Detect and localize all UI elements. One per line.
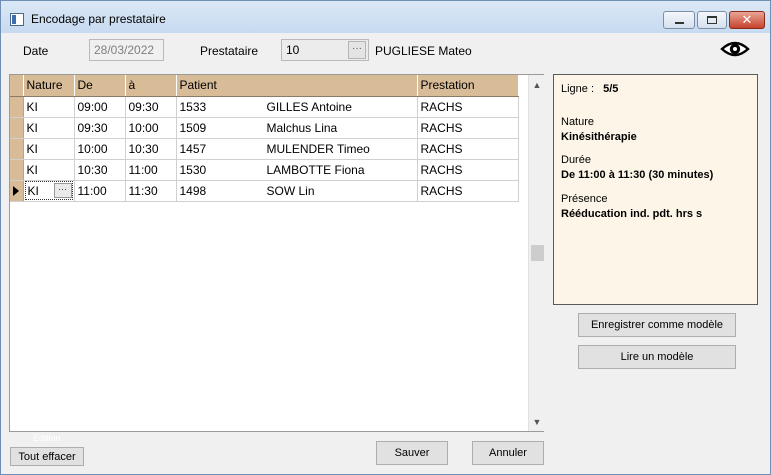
nature-editor[interactable]: KI ··· [24, 181, 73, 200]
provider-code-value: 10 [286, 43, 300, 57]
table-row[interactable]: KI 10:30 11:00 1530 LAMBOTTE Fiona RACHS [10, 159, 519, 181]
presence-label: Présence [561, 193, 608, 205]
provider-label: Prestataire [200, 44, 259, 58]
grid-vertical-scrollbar[interactable]: ▲ ▼ [528, 75, 544, 431]
cell-patient[interactable]: 1530 LAMBOTTE Fiona [176, 159, 418, 181]
column-header-from[interactable]: De [74, 75, 126, 97]
column-header-patient[interactable]: Patient [176, 75, 418, 97]
cell-service[interactable]: RACHS [417, 117, 519, 139]
provider-name: PUGLIESE Mateo [375, 44, 472, 58]
line-value: 5/5 [603, 83, 619, 95]
app-icon [10, 13, 24, 26]
cell-service[interactable]: RACHS [417, 138, 519, 160]
minimize-icon [674, 22, 684, 24]
patient-name: MULENDER Timeo [266, 141, 370, 156]
row-selector[interactable] [10, 117, 24, 139]
save-template-button[interactable]: Enregistrer comme modèle [578, 313, 736, 337]
cell-from[interactable]: 11:00 [74, 180, 126, 202]
cell-patient[interactable]: 1498 SOW Lin [176, 180, 418, 202]
maximize-icon [707, 16, 717, 24]
line-label: Ligne : [561, 83, 595, 95]
cell-to[interactable]: 11:00 [125, 159, 177, 181]
row-selector-header [10, 75, 24, 97]
patient-name: GILLES Antoine [266, 99, 352, 114]
nature-label: Nature [561, 116, 595, 128]
duration-value: De 11:00 à 11:30 (30 minutes) [561, 169, 714, 181]
nature-lookup-button[interactable]: ··· [53, 183, 72, 198]
row-selector[interactable] [10, 159, 24, 181]
row-selector[interactable] [10, 180, 24, 202]
cell-service[interactable]: RACHS [417, 96, 519, 118]
cell-to[interactable]: 10:00 [125, 117, 177, 139]
row-pointer-icon [13, 185, 19, 196]
cell-service[interactable]: RACHS [417, 180, 519, 202]
load-template-button[interactable]: Lire un modèle [578, 345, 736, 369]
cell-nature[interactable]: KI [23, 96, 75, 118]
cell-from[interactable]: 10:30 [74, 159, 126, 181]
window-title: Encodage par prestataire [31, 12, 166, 26]
column-header-to[interactable]: à [125, 75, 177, 97]
table-row[interactable]: KI 09:30 10:00 1509 Malchus Lina RACHS [10, 117, 519, 139]
cell-to[interactable]: 09:30 [125, 96, 177, 118]
column-header-service[interactable]: Prestation [417, 75, 519, 97]
presence-value: Rééducation ind. pdt. hrs s [561, 208, 703, 220]
eye-icon[interactable] [720, 38, 750, 60]
patient-id: 1530 [179, 162, 207, 177]
cell-service[interactable]: RACHS [417, 159, 519, 181]
cell-nature-editing[interactable]: KI ··· [23, 180, 75, 202]
maximize-button[interactable] [697, 11, 727, 29]
cell-to[interactable]: 11:30 [125, 180, 177, 202]
patient-id: 1509 [179, 120, 207, 135]
main-window: Encodage par prestataire ✕ Date 28/03/20… [0, 0, 771, 475]
line-details-panel: Ligne : 5/5 Nature Kinésithérapie Durée … [553, 74, 758, 305]
table-header-row: Nature De à Patient Prestation [10, 75, 519, 97]
column-header-nature[interactable]: Nature [23, 75, 75, 97]
save-button[interactable]: Sauver [376, 441, 448, 465]
cancel-button[interactable]: Annuler [472, 441, 544, 465]
line-counter: Ligne : 5/5 [561, 83, 750, 95]
cell-patient[interactable]: 1457 MULENDER Timeo [176, 138, 418, 160]
appointments-table: Nature De à Patient Prestation KI 09:00 … [10, 75, 519, 202]
patient-name: LAMBOTTE Fiona [266, 162, 365, 177]
cell-from[interactable]: 09:00 [74, 96, 126, 118]
provider-lookup-button[interactable]: ··· [348, 41, 366, 59]
cell-patient[interactable]: 1509 Malchus Lina [176, 117, 418, 139]
nature-value: Kinésithérapie [561, 131, 637, 143]
date-label: Date [23, 44, 49, 58]
scroll-down-icon[interactable]: ▼ [532, 417, 542, 427]
close-button[interactable]: ✕ [729, 11, 765, 29]
title-bar[interactable]: Encodage par prestataire ✕ [1, 1, 770, 33]
patient-id: 1533 [179, 99, 207, 114]
clear-all-button[interactable]: Tout effacer [10, 447, 84, 466]
scroll-up-icon[interactable]: ▲ [532, 80, 542, 90]
patient-id: 1457 [179, 141, 207, 156]
minimize-button[interactable] [663, 11, 695, 29]
patient-name: SOW Lin [266, 183, 315, 198]
table-row[interactable]: KI 10:00 10:30 1457 MULENDER Timeo RACHS [10, 138, 519, 160]
appointments-grid: Nature De à Patient Prestation KI 09:00 … [9, 74, 544, 432]
date-field[interactable]: 28/03/2022 [89, 39, 164, 61]
edition-label: Edition [33, 433, 61, 443]
cell-nature[interactable]: KI [23, 159, 75, 181]
cell-from[interactable]: 10:00 [74, 138, 126, 160]
ellipsis-icon: ··· [352, 43, 362, 54]
duration-label: Durée [561, 154, 591, 166]
table-row[interactable]: KI 09:00 09:30 1533 GILLES Antoine RACHS [10, 96, 519, 118]
nature-editor-value: KI [27, 183, 39, 198]
table-row-selected[interactable]: KI ··· 11:00 11:30 1498 SOW Lin RACHS [10, 180, 519, 202]
close-icon: ✕ [741, 12, 753, 27]
cell-to[interactable]: 10:30 [125, 138, 177, 160]
row-selector[interactable] [10, 138, 24, 160]
row-selector[interactable] [10, 96, 24, 118]
cell-nature[interactable]: KI [23, 117, 75, 139]
scroll-thumb[interactable] [531, 245, 544, 261]
cell-from[interactable]: 09:30 [74, 117, 126, 139]
cell-patient[interactable]: 1533 GILLES Antoine [176, 96, 418, 118]
patient-name: Malchus Lina [266, 120, 338, 135]
cell-nature[interactable]: KI [23, 138, 75, 160]
patient-id: 1498 [179, 183, 207, 198]
